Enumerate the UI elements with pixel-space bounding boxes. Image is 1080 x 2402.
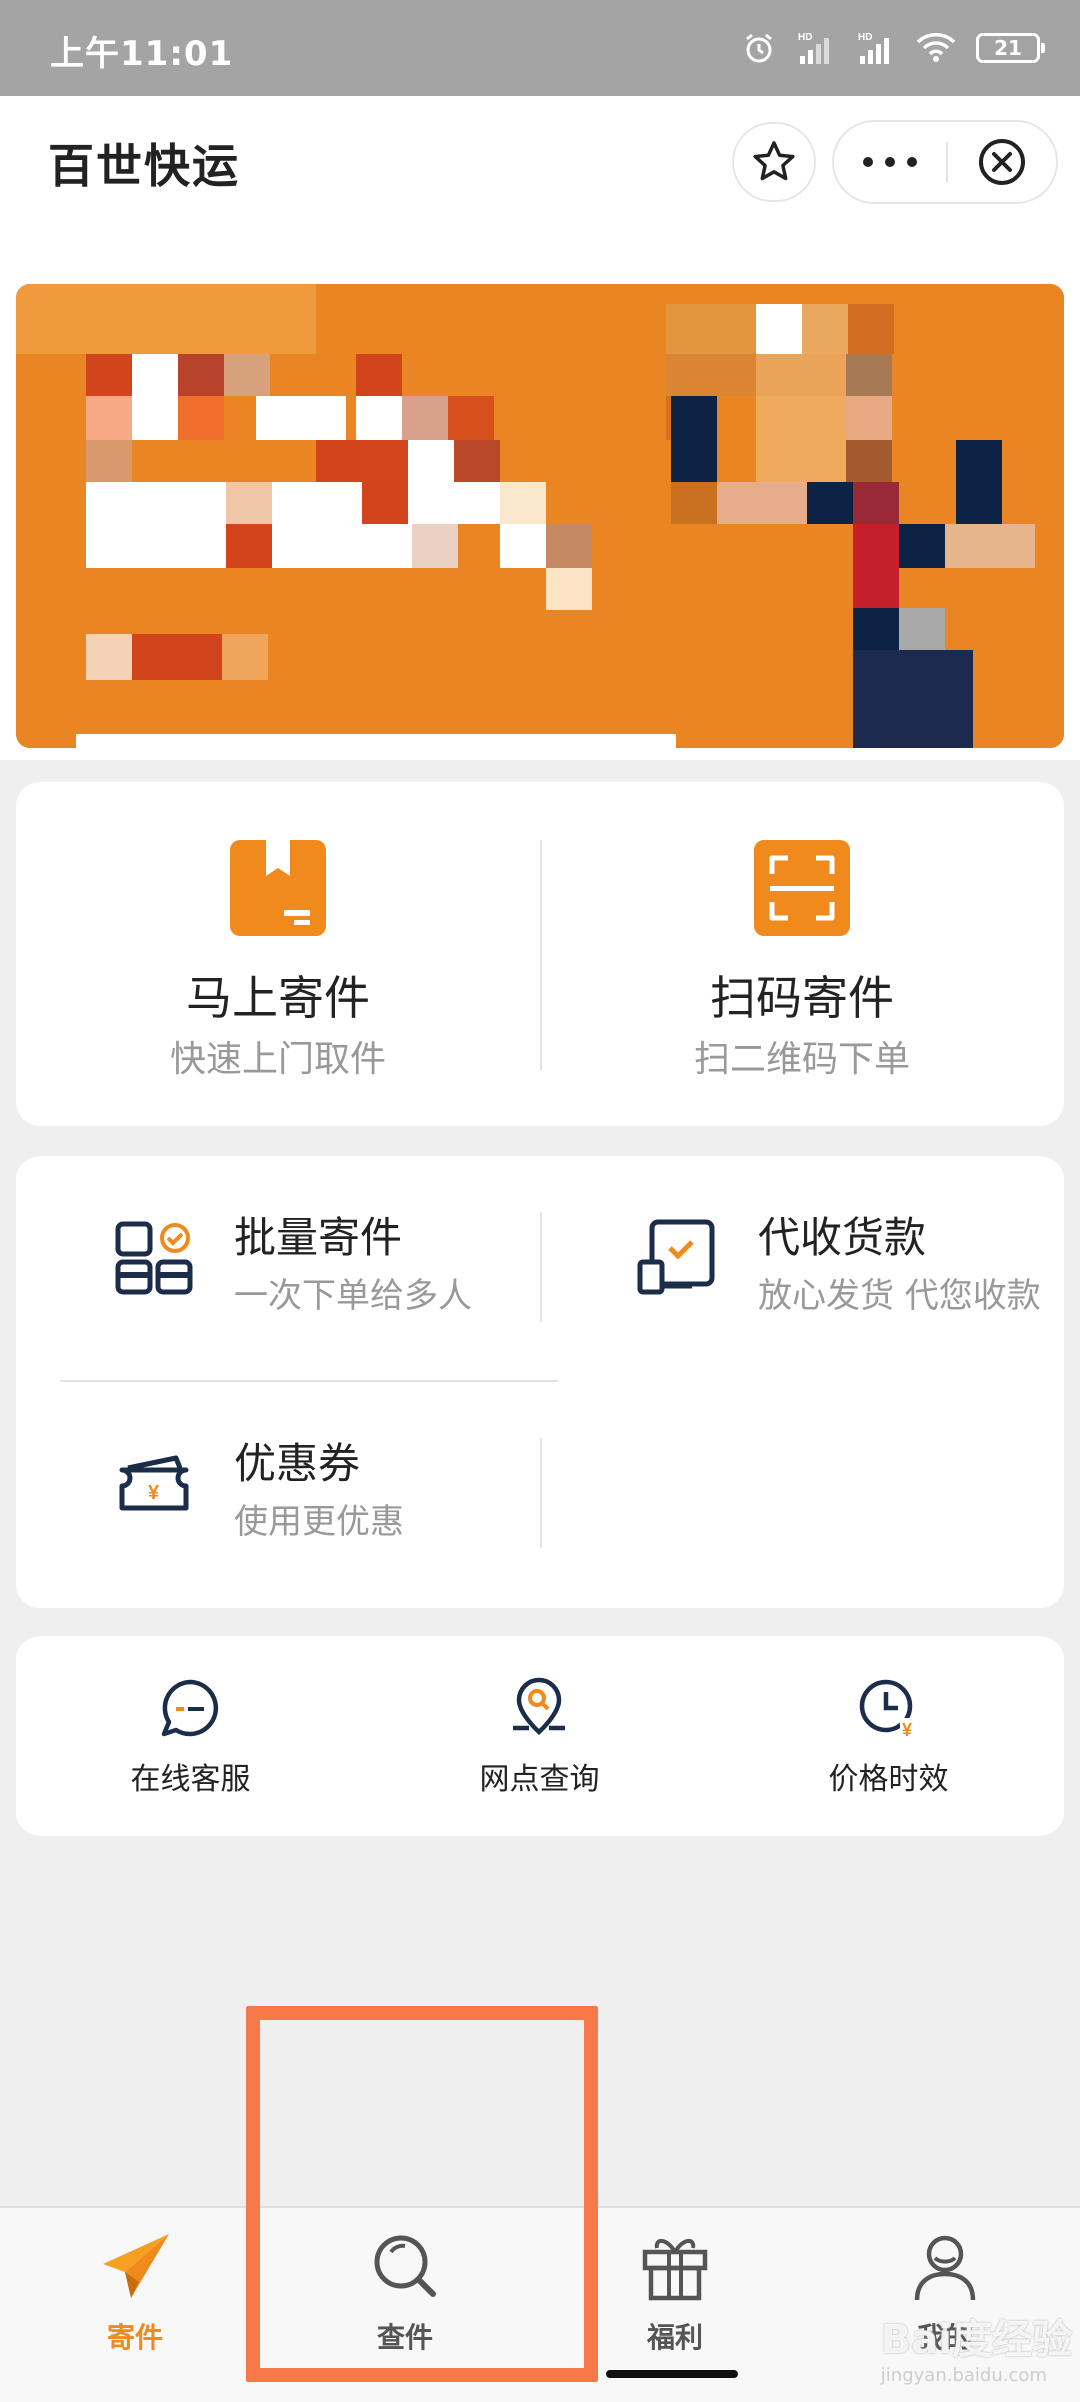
coupon-icon: ¥ — [119, 1455, 189, 1511]
promo-banner[interactable] — [16, 284, 1064, 748]
outlet-search-label: 网点查询 — [479, 1762, 600, 1797]
alarm-icon — [746, 33, 772, 63]
price-time-button[interactable]: ¥ 价格时效 — [714, 1636, 1063, 1836]
status-time: 上午11:01 — [50, 34, 234, 74]
secondary-actions-card: 批量寄件 一次下单给多人 代收货款 放心发货 代您收款 ¥ 优惠券 使用更优惠 — [16, 1156, 1064, 1608]
svg-text:¥: ¥ — [902, 1720, 912, 1740]
send-now-subtitle: 快速上门取件 — [169, 1039, 386, 1080]
wifi-icon — [916, 33, 956, 62]
user-icon — [914, 2235, 976, 2301]
svg-text:HD: HD — [798, 32, 812, 43]
close-icon — [979, 139, 1025, 185]
status-icons: HD HD 21 — [742, 24, 1045, 72]
search-icon — [374, 2235, 436, 2297]
page-title: 百世快运 — [48, 139, 240, 193]
online-service-button[interactable]: 在线客服 — [16, 1636, 365, 1836]
scan-send-button[interactable]: 扫码寄件 扫二维码下单 — [540, 782, 1064, 1126]
clock-price-icon: ¥ — [859, 1679, 920, 1740]
banner-area — [0, 264, 1080, 760]
svg-text:HD: HD — [858, 32, 872, 43]
nav-header: 百世快运 — [0, 96, 1080, 264]
outlet-search-button[interactable]: 网点查询 — [365, 1636, 714, 1836]
services-card: 在线客服 网点查询 ¥ 价格时效 — [16, 1636, 1064, 1836]
batch-send-title: 批量寄件 — [234, 1213, 403, 1262]
tab-track-label: 查件 — [376, 2321, 433, 2354]
signal-icon: HD — [858, 32, 889, 64]
cod-subtitle: 放心发货 代您收款 — [758, 1276, 1041, 1316]
gift-icon — [642, 2239, 708, 2301]
primary-actions-card: 马上寄件 快速上门取件 扫码寄件 扫二维码下单 — [16, 782, 1064, 1126]
scan-send-title: 扫码寄件 — [710, 971, 894, 1025]
coupon-title: 优惠券 — [234, 1439, 361, 1488]
battery-icon: 21 — [976, 33, 1045, 63]
star-icon — [753, 141, 795, 181]
paper-plane-icon — [103, 2234, 169, 2298]
batch-send-subtitle: 一次下单给多人 — [234, 1276, 472, 1316]
coupon-button[interactable]: ¥ 优惠券 使用更优惠 — [16, 1382, 540, 1602]
status-bar: 上午11:01 HD HD 21 — [0, 0, 1080, 96]
scan-icon — [754, 840, 850, 936]
batch-send-button[interactable]: 批量寄件 一次下单给多人 — [16, 1156, 540, 1376]
tab-send-label: 寄件 — [106, 2321, 163, 2354]
cod-button[interactable]: 代收货款 放心发货 代您收款 — [540, 1156, 1064, 1376]
price-time-label: 价格时效 — [828, 1762, 949, 1797]
tab-track[interactable]: 查件 — [270, 2208, 540, 2402]
batch-icon — [115, 1221, 193, 1295]
home-indicator[interactable] — [606, 2370, 738, 2378]
svg-text:¥: ¥ — [148, 1482, 160, 1504]
send-now-title: 马上寄件 — [186, 971, 370, 1025]
favorite-button[interactable] — [732, 122, 816, 202]
tab-benefits-label: 福利 — [646, 2321, 703, 2354]
more-icon — [863, 157, 873, 167]
menu-capsule — [832, 120, 1058, 204]
chat-icon — [161, 1679, 219, 1737]
more-button[interactable] — [834, 122, 946, 202]
online-service-label: 在线客服 — [130, 1762, 251, 1797]
signal-icon: HD — [798, 32, 829, 64]
banner-image — [16, 284, 1064, 748]
watermark: Bai度经验 jingyan.baidu.com — [880, 2317, 1072, 2386]
send-now-button[interactable]: 马上寄件 快速上门取件 — [16, 782, 540, 1126]
collect-payment-icon — [637, 1219, 715, 1295]
scan-send-subtitle: 扫二维码下单 — [693, 1039, 910, 1080]
tab-send[interactable]: 寄件 — [0, 2208, 270, 2402]
close-button[interactable] — [948, 122, 1056, 202]
package-icon — [230, 840, 326, 936]
coupon-subtitle: 使用更优惠 — [234, 1502, 404, 1542]
location-search-icon — [513, 1677, 565, 1736]
cod-title: 代收货款 — [758, 1213, 927, 1262]
